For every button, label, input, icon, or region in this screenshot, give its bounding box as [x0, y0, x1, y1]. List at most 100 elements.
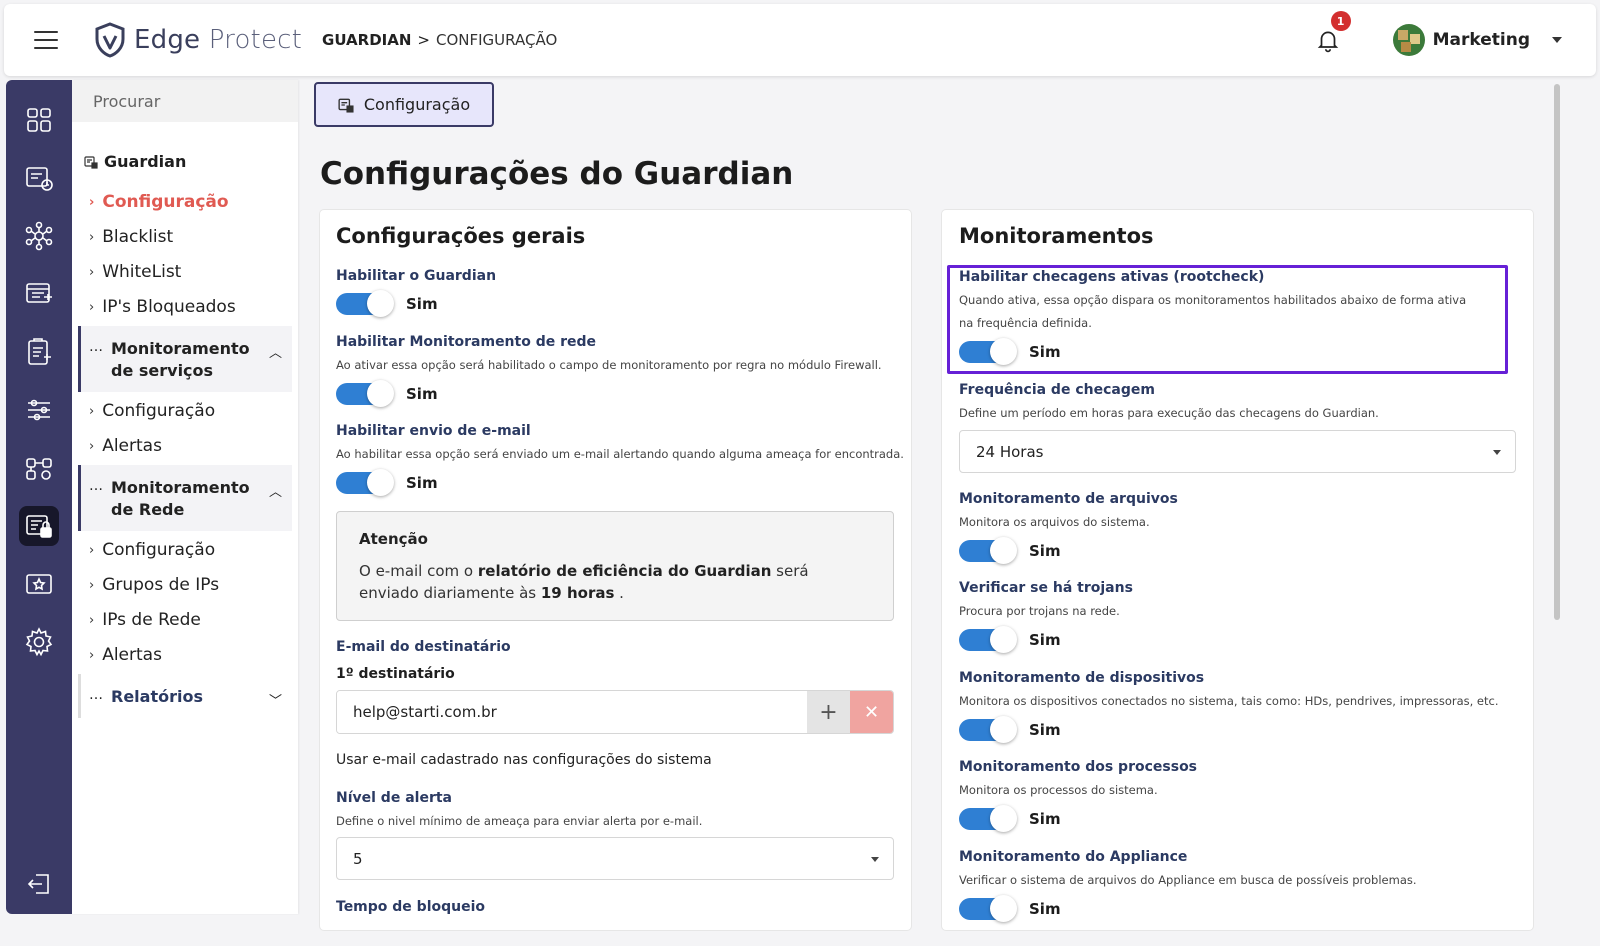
block-time-label: Tempo de bloqueio	[336, 899, 486, 915]
alert-level-value: 5	[353, 849, 363, 868]
appliance-monitoring-desc: Verificar o sistema de arquivos do Appli…	[959, 873, 1417, 887]
email-sending-desc: Ao habilitar essa opção será enviado um …	[336, 447, 904, 461]
sidebar-item-servicos-alertas[interactable]: › Alertas	[89, 436, 162, 456]
files-monitoring-toggle[interactable]	[959, 537, 1017, 564]
sidebar-item-rede-alertas[interactable]: › Alertas	[89, 645, 162, 665]
use-system-email-option[interactable]: Usar e-mail cadastrado nas configurações…	[336, 752, 712, 768]
more-dots-icon: …	[89, 687, 103, 703]
appliance-monitoring-toggle[interactable]	[959, 895, 1017, 922]
services-icon[interactable]	[19, 448, 59, 488]
left-rail	[6, 80, 72, 914]
logo-text-protect: Protect	[208, 25, 303, 55]
sidebar-item-ips-rede[interactable]: › IPs de Rede	[89, 610, 201, 630]
toggle-value: Sim	[1029, 343, 1061, 361]
settings-icon[interactable]	[19, 622, 59, 662]
sub-sidebar: Procurar Guardian › Configuração › Blackli…	[72, 80, 298, 914]
dashboard-icon[interactable]	[19, 100, 59, 140]
guardian-small-icon	[338, 98, 354, 113]
search-input[interactable]: Procurar	[72, 80, 298, 122]
network-monitoring-toggle[interactable]	[336, 380, 394, 407]
processes-monitoring-toggle[interactable]	[959, 805, 1017, 832]
firewall-icon[interactable]	[19, 274, 59, 314]
recipient-1-input[interactable]	[337, 691, 807, 733]
sidebar-item-whitelist[interactable]: › WhiteList	[89, 262, 181, 282]
add-recipient-button[interactable]: +	[807, 691, 850, 733]
logo-text-edge: Edge	[134, 25, 201, 55]
rootcheck-toggle[interactable]	[959, 338, 1017, 365]
chevron-right-icon: ›	[89, 647, 95, 663]
email-sending-toggle[interactable]	[336, 469, 394, 496]
sidebar-item-ips-bloqueados[interactable]: › IP's Bloqueados	[89, 297, 236, 317]
chevron-right-icon: ›	[89, 542, 95, 558]
attention-title: Atenção	[359, 530, 428, 548]
breadcrumb-guardian[interactable]: GUARDIAN	[322, 31, 411, 49]
attention-box: Atenção O e-mail com o relatório de efic…	[336, 511, 894, 621]
chevron-right-icon: ›	[89, 299, 95, 315]
recipient-1-row: + ✕	[336, 690, 894, 734]
recipient-1-label: 1º destinatário	[336, 666, 455, 682]
sidebar-item-configuracao[interactable]: › Configuração	[89, 192, 229, 212]
devices-monitoring-desc: Monitora os dispositivos conectados no s…	[959, 694, 1499, 708]
bell-icon	[1317, 31, 1338, 53]
trojans-label: Verificar se há trojans	[959, 580, 1133, 596]
sidebar-item-grupos-ips[interactable]: › Grupos de IPs	[89, 575, 219, 595]
more-dots-icon: …	[89, 339, 103, 355]
more-dots-icon: …	[89, 478, 103, 494]
breadcrumb-separator: >	[417, 31, 430, 49]
alert-level-select[interactable]: 5	[336, 837, 894, 880]
toggle-value: Sim	[1029, 631, 1061, 649]
breadcrumb: GUARDIAN > CONFIGURAÇÃO	[322, 31, 557, 49]
edge-protect-logo[interactable]: Edge Protect	[94, 22, 302, 58]
chevron-right-icon: ›	[89, 229, 95, 245]
sidebar-section-monitoramento-servicos[interactable]: … Monitoramento de serviços ︿	[78, 326, 292, 392]
page-scrollbar[interactable]	[1554, 84, 1560, 620]
devices-monitoring-label: Monitoramento de dispositivos	[959, 670, 1205, 686]
appliance-monitoring-label: Monitoramento do Appliance	[959, 849, 1188, 865]
clipboard-icon[interactable]	[19, 332, 59, 372]
logout-icon[interactable]	[19, 864, 59, 904]
notification-button[interactable]: 1	[1315, 11, 1351, 53]
chevron-down-icon[interactable]	[1552, 37, 1562, 43]
sliders-icon[interactable]	[19, 390, 59, 430]
breadcrumb-configuracao: CONFIGURAÇÃO	[436, 31, 558, 49]
chevron-down-icon	[871, 857, 879, 862]
toggle-value: Sim	[1029, 810, 1061, 828]
devices-monitoring-toggle[interactable]	[959, 716, 1017, 743]
chevron-up-icon: ︿	[268, 485, 282, 500]
enable-guardian-toggle[interactable]	[336, 290, 394, 317]
toggle-value: Sim	[1029, 900, 1061, 918]
sidebar-item-servicos-configuracao[interactable]: › Configuração	[89, 401, 215, 421]
nav-group-title: Guardian	[104, 152, 187, 171]
sidebar-item-blacklist[interactable]: › Blacklist	[89, 227, 173, 247]
sidebar-item-rede-configuracao[interactable]: › Configuração	[89, 540, 215, 560]
network-monitoring-label: Habilitar Monitoramento de rede	[336, 334, 597, 350]
reports-icon[interactable]	[19, 158, 59, 198]
network-icon[interactable]	[19, 216, 59, 256]
hamburger-menu-icon[interactable]	[34, 31, 58, 49]
sidebar-section-relatorios[interactable]: … Relatórios ﹀	[78, 674, 292, 718]
rootcheck-label: Habilitar checagens ativas (rootcheck)	[959, 269, 1265, 285]
toggle-value: Sim	[406, 295, 438, 313]
guardian-small-icon	[84, 155, 98, 169]
sidebar-section-monitoramento-rede[interactable]: … Monitoramento de Rede ︿	[78, 465, 292, 531]
remove-recipient-button[interactable]: ✕	[850, 691, 893, 733]
avatar	[1392, 24, 1425, 56]
trojans-toggle[interactable]	[959, 626, 1017, 653]
frequency-select[interactable]: 24 Horas	[959, 430, 1516, 473]
frequency-label: Frequência de checagem	[959, 382, 1155, 398]
chevron-down-icon	[1493, 450, 1501, 455]
card-title: Monitoramentos	[959, 224, 1154, 248]
frequency-value: 24 Horas	[976, 442, 1044, 461]
shield-logo-icon	[95, 22, 125, 58]
tab-configuracao[interactable]: Configuração	[314, 82, 494, 127]
page-title: Configurações do Guardian	[320, 156, 794, 192]
files-monitoring-desc: Monitora os arquivos do sistema.	[959, 515, 1150, 529]
nav-group-guardian: Guardian	[84, 152, 186, 171]
toggle-value: Sim	[406, 385, 438, 403]
guardian-icon[interactable]	[19, 506, 59, 546]
user-menu[interactable]: Marketing	[1392, 24, 1562, 56]
vpn-icon[interactable]	[19, 564, 59, 604]
chevron-down-icon: ﹀	[268, 694, 282, 709]
chevron-right-icon: ›	[89, 403, 95, 419]
frequency-desc: Define um período em horas para execução…	[959, 406, 1379, 420]
